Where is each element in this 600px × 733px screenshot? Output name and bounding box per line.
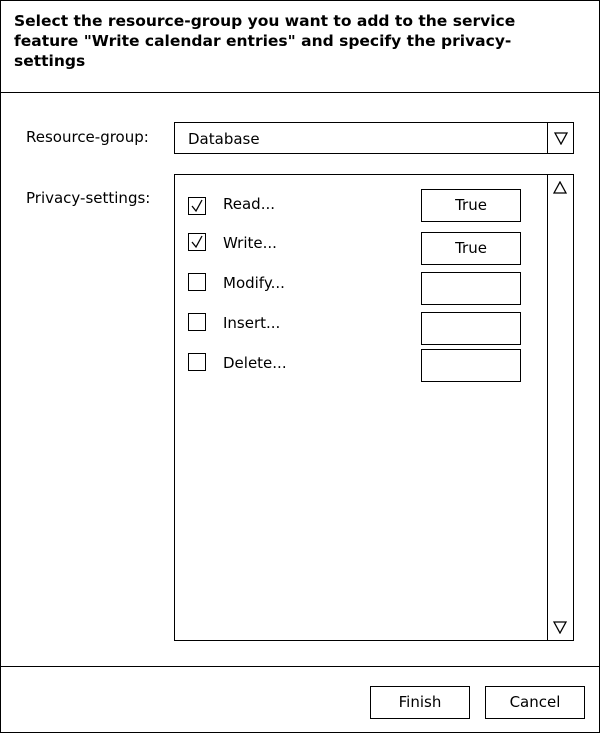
triangle-down-icon[interactable]: [553, 620, 567, 634]
modify-label: Modify...: [223, 274, 285, 292]
write-label: Write...: [223, 234, 277, 252]
modify-value-field[interactable]: [421, 272, 521, 305]
write-value-field[interactable]: True: [421, 232, 521, 265]
list-item: Read... True: [175, 189, 547, 223]
list-item: Write... True: [175, 232, 547, 266]
dialog-header: Select the resource-group you want to ad…: [1, 1, 599, 93]
privacy-settings-list[interactable]: Read... True Write... True Modify... Ins…: [174, 174, 574, 641]
finish-button[interactable]: Finish: [370, 686, 470, 719]
insert-checkbox[interactable]: [188, 313, 206, 331]
resource-group-value: Database: [188, 130, 260, 148]
write-checkbox[interactable]: [188, 233, 206, 251]
list-item: Delete...: [175, 349, 547, 383]
checkmark-icon: [191, 199, 203, 213]
insert-label: Insert...: [223, 314, 281, 332]
read-label: Read...: [223, 195, 275, 213]
vertical-scrollbar[interactable]: [547, 175, 573, 640]
delete-checkbox[interactable]: [188, 353, 206, 371]
triangle-down-icon: [553, 132, 568, 145]
read-checkbox[interactable]: [188, 197, 206, 215]
dialog-title: Select the resource-group you want to ad…: [14, 12, 516, 70]
resource-group-select[interactable]: Database: [174, 122, 574, 154]
modify-checkbox[interactable]: [188, 273, 206, 291]
list-item: Modify...: [175, 272, 547, 306]
insert-value-field[interactable]: [421, 312, 521, 345]
read-value-field[interactable]: True: [421, 189, 521, 222]
checkmark-icon: [191, 235, 203, 249]
delete-value-field[interactable]: [421, 349, 521, 382]
list-item: Insert...: [175, 312, 547, 346]
resource-group-label: Resource-group:: [26, 128, 149, 146]
privacy-settings-label: Privacy-settings:: [26, 189, 151, 207]
triangle-up-icon[interactable]: [553, 181, 567, 195]
cancel-button[interactable]: Cancel: [485, 686, 585, 719]
dropdown-button[interactable]: [547, 123, 573, 153]
dialog-footer: Finish Cancel: [1, 666, 599, 732]
delete-label: Delete...: [223, 354, 287, 372]
dialog: Select the resource-group you want to ad…: [0, 0, 600, 733]
